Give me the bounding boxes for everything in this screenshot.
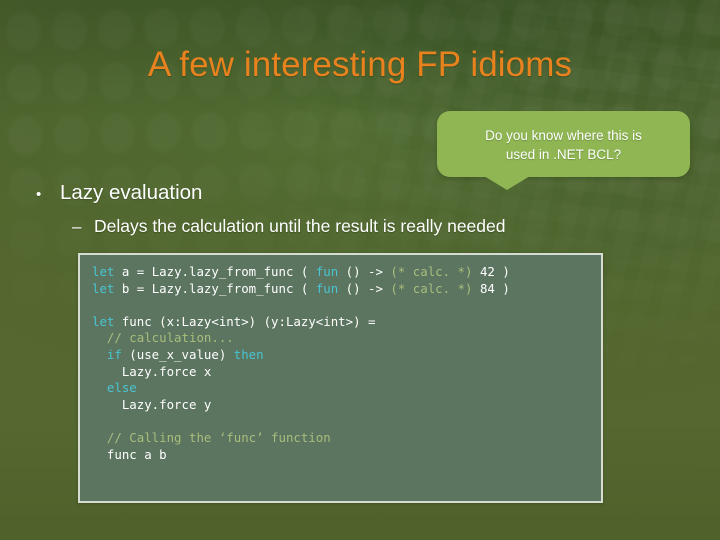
code-line: // calculation...	[92, 330, 595, 347]
code-line: Lazy.force x	[92, 364, 595, 381]
bullet-marker-dash-icon: –	[72, 217, 82, 236]
code-text: () ->	[338, 280, 391, 296]
code-text: Lazy.force x	[92, 363, 212, 379]
code-comment: // calculation...	[106, 330, 234, 346]
code-line: let func (x:Lazy<int>) (y:Lazy<int>) =	[92, 314, 595, 331]
code-text: b = Lazy.lazy_from_func (	[114, 280, 316, 296]
callout-line-1: Do you know where this is	[485, 128, 642, 143]
code-comment: (* calc. *)	[390, 280, 473, 296]
bullet-level2: – Delays the calculation until the resul…	[72, 216, 505, 237]
code-line: func a b	[92, 447, 595, 464]
code-keyword: fun	[315, 264, 339, 279]
code-line: if (use_x_value) then	[92, 347, 595, 364]
code-text: 84 )	[472, 280, 510, 296]
code-keyword: then	[233, 346, 264, 362]
code-line: let b = Lazy.lazy_from_func ( fun () -> …	[92, 281, 595, 298]
code-text: func (x:Lazy<int>) (y:Lazy<int>) =	[114, 313, 376, 329]
code-keyword: let	[92, 313, 115, 329]
code-line: else	[92, 380, 595, 397]
code-keyword: else	[106, 380, 137, 396]
code-keyword: let	[92, 280, 115, 296]
slide-title: A few interesting FP idioms	[147, 45, 573, 84]
code-comment: // Calling the ‘func’ function	[106, 429, 331, 445]
callout-line-2: used in .NET BCL?	[505, 147, 622, 162]
bullet-level1-text: Lazy evaluation	[60, 181, 203, 204]
callout-bubble-tail	[484, 176, 530, 190]
code-text: a = Lazy.lazy_from_func (	[114, 264, 316, 279]
code-line: Lazy.force y	[92, 397, 595, 414]
bullet-level2-text: Delays the calculation until the result …	[94, 216, 506, 236]
code-line: let a = Lazy.lazy_from_func ( fun () -> …	[92, 264, 595, 281]
code-keyword: fun	[315, 280, 339, 296]
bullet-marker-dot-icon: •	[36, 186, 42, 203]
code-block-content: let a = Lazy.lazy_from_func ( fun () -> …	[92, 264, 595, 463]
callout-bubble-text: Do you know where this is used in .NET B…	[437, 126, 690, 164]
code-text: (use_x_value)	[121, 346, 234, 362]
code-text: func a b	[92, 446, 167, 462]
code-text: () ->	[338, 264, 391, 279]
code-keyword: let	[92, 264, 115, 279]
code-keyword: if	[106, 346, 122, 362]
code-text: 42 )	[472, 264, 510, 279]
code-block: let a = Lazy.lazy_from_func ( fun () -> …	[78, 253, 603, 503]
bullet-level1: • Lazy evaluation	[36, 181, 202, 205]
slide-canvas: A few interesting FP idioms Do you know …	[0, 0, 720, 540]
code-comment: (* calc. *)	[390, 264, 473, 279]
code-text: Lazy.force y	[92, 396, 212, 412]
code-line: // Calling the ‘func’ function	[92, 430, 595, 447]
